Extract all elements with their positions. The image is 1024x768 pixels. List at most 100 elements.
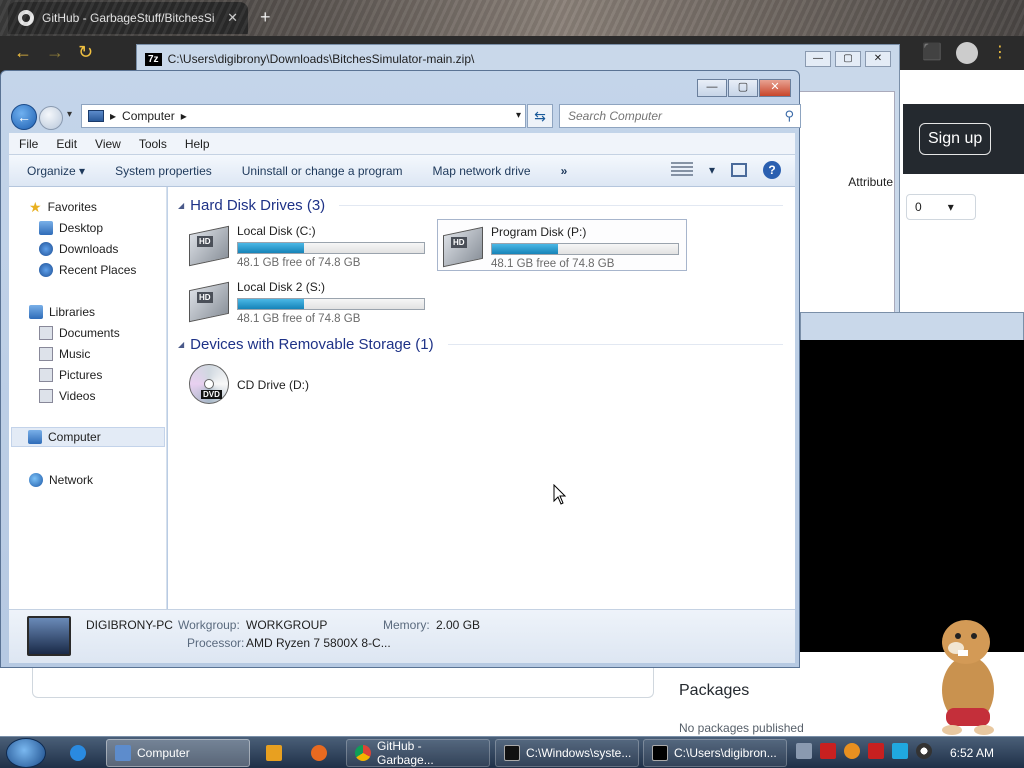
more-commands-button[interactable]: »	[561, 164, 568, 178]
tray-app-icon[interactable]	[796, 743, 812, 759]
attribute-column-header[interactable]: Attribute	[848, 175, 893, 189]
command-bar: Organize ▾ System properties Uninstall o…	[9, 155, 795, 187]
computer-icon	[28, 430, 42, 444]
taskbar-item-cmd[interactable]: C:\Windows\syste...	[495, 739, 639, 767]
processor-label: Processor:	[187, 636, 245, 650]
menu-dots-icon[interactable]: ⋮	[992, 42, 1008, 64]
drive-item-c[interactable]: HD Local Disk (C:) 48.1 GB free of 74.8 …	[184, 219, 434, 271]
app-icon[interactable]	[311, 745, 327, 761]
group-title: Hard Disk Drives (3)	[190, 197, 326, 214]
address-bar[interactable]: ▸ Computer ▸ ▾	[81, 104, 526, 128]
back-button[interactable]: ←	[11, 104, 37, 130]
taskbar-item-chrome[interactable]: GitHub - Garbage...	[346, 739, 490, 767]
internet-explorer-icon[interactable]	[70, 745, 86, 761]
sidebar-item-videos[interactable]: Videos	[39, 386, 95, 406]
group-header-removable-storage[interactable]: ◢ Devices with Removable Storage (1)	[178, 336, 783, 353]
sevenzip-maximize-button[interactable]: ▢	[835, 51, 861, 67]
extension-icon[interactable]: ⬛	[922, 42, 942, 64]
uninstall-program-button[interactable]: Uninstall or change a program	[242, 164, 403, 178]
sidebar-item-computer[interactable]: Computer	[11, 427, 165, 447]
breadcrumb-separator[interactable]: ▸	[181, 109, 187, 123]
reload-icon[interactable]: ↻	[78, 42, 93, 63]
sevenzip-icon: 7z	[145, 52, 162, 66]
history-dropdown-icon[interactable]: ▾	[67, 109, 72, 120]
secondary-window-titlebar	[800, 312, 1024, 342]
libraries-icon	[29, 305, 43, 319]
sign-up-button[interactable]: Sign up	[919, 123, 992, 155]
tray-monitor-icon[interactable]	[892, 743, 908, 759]
group-header-hard-disk-drives[interactable]: ◢ Hard Disk Drives (3)	[178, 197, 783, 214]
browser-tab-title: GitHub - GarbageStuff/BitchesSi	[42, 11, 215, 25]
start-button[interactable]	[6, 738, 46, 768]
menu-edit[interactable]: Edit	[56, 137, 77, 151]
drive-item-d[interactable]: DVD CD Drive (D:)	[184, 359, 434, 411]
drive-free-space: 48.1 GB free of 74.8 GB	[237, 313, 361, 325]
media-player-icon[interactable]	[266, 745, 282, 761]
taskbar-item-label: GitHub - Garbage...	[377, 739, 434, 767]
sidebar-item-favorites[interactable]: ★ Favorites	[29, 197, 97, 217]
sidebar-item-libraries[interactable]: Libraries	[29, 302, 95, 322]
view-dropdown-icon[interactable]: ▾	[709, 163, 715, 177]
sidebar-item-network[interactable]: Network	[29, 470, 93, 490]
drive-item-s[interactable]: HD Local Disk 2 (S:) 48.1 GB free of 74.…	[184, 275, 434, 327]
forward-button[interactable]	[39, 106, 63, 130]
taskbar-item-computer[interactable]: Computer	[106, 739, 250, 767]
sidebar-item-documents[interactable]: Documents	[39, 323, 120, 343]
map-network-drive-button[interactable]: Map network drive	[433, 164, 531, 178]
close-button[interactable]: ✕	[759, 79, 791, 97]
maximize-button[interactable]: ▢	[728, 79, 758, 97]
help-icon[interactable]: ?	[763, 161, 781, 179]
sidebar-item-label: Recent Places	[59, 263, 137, 277]
tray-flag-icon[interactable]	[868, 743, 884, 759]
sidebar-item-recent-places[interactable]: Recent Places	[39, 260, 136, 280]
taskbar-item-7zip[interactable]: C:\Users\digibron...	[643, 739, 787, 767]
group-divider	[339, 205, 783, 206]
breadcrumb-root-arrow[interactable]: ▸	[110, 109, 116, 123]
address-dropdown-icon[interactable]: ▾	[516, 110, 521, 121]
drive-usage-bar	[237, 298, 425, 310]
menu-tools[interactable]: Tools	[139, 137, 167, 151]
sevenzip-close-button[interactable]: ✕	[865, 51, 891, 67]
chevron-down-icon: ▾	[947, 200, 954, 214]
back-arrow-icon[interactable]: ←	[14, 42, 32, 63]
new-tab-button[interactable]: +	[260, 7, 271, 28]
search-icon[interactable]: ⚲	[784, 108, 794, 124]
refresh-button[interactable]: ⇆	[527, 104, 553, 128]
taskbar-item-label: Computer	[137, 746, 190, 760]
minimize-button[interactable]: —	[697, 79, 727, 97]
browser-tab-github[interactable]: GitHub - GarbageStuff/BitchesSi ✕	[8, 2, 248, 34]
browser-tabstrip: GitHub - GarbageStuff/BitchesSi ✕ +	[0, 0, 1024, 36]
sidebar-item-label: Videos	[59, 389, 96, 403]
menu-file[interactable]: File	[19, 137, 38, 151]
sidebar-item-label: Network	[49, 473, 94, 487]
sidebar-item-music[interactable]: Music	[39, 344, 90, 364]
sevenzip-file-list	[789, 91, 895, 313]
breadcrumb-computer[interactable]: Computer	[122, 109, 175, 123]
tray-volume-icon[interactable]	[916, 743, 932, 759]
tray-search-icon[interactable]	[844, 743, 860, 759]
sidebar-item-pictures[interactable]: Pictures	[39, 365, 102, 385]
close-tab-icon[interactable]: ✕	[227, 10, 238, 26]
hamster-mascot-image	[942, 620, 994, 735]
packages-heading: Packages	[679, 682, 750, 699]
command-prompt-icon	[504, 745, 520, 761]
taskbar-clock[interactable]: 6:52 AM	[950, 746, 994, 760]
change-view-icon[interactable]	[670, 162, 693, 178]
computer-icon	[88, 110, 104, 122]
preview-pane-icon[interactable]	[731, 163, 747, 177]
navigation-pane: ★ Favorites Desktop Downloads Recent Pla…	[9, 187, 167, 609]
sevenzip-minimize-button[interactable]: —	[805, 51, 831, 67]
tray-antivirus-icon[interactable]	[820, 743, 836, 759]
forward-arrow-icon[interactable]: →	[46, 42, 64, 63]
drive-item-p[interactable]: HD Program Disk (P:) 48.1 GB free of 74.…	[437, 219, 687, 271]
search-input[interactable]	[566, 108, 785, 124]
profile-avatar-icon[interactable]	[956, 42, 978, 64]
menu-view[interactable]: View	[95, 137, 121, 151]
system-properties-button[interactable]: System properties	[115, 164, 212, 178]
sidebar-item-downloads[interactable]: Downloads	[39, 239, 118, 259]
menu-help[interactable]: Help	[185, 137, 210, 151]
counter-dropdown[interactable]: 0 ▾	[906, 194, 976, 220]
drive-name: Local Disk 2 (S:)	[237, 280, 326, 294]
organize-button[interactable]: Organize ▾	[27, 164, 85, 178]
sidebar-item-desktop[interactable]: Desktop	[39, 218, 103, 238]
